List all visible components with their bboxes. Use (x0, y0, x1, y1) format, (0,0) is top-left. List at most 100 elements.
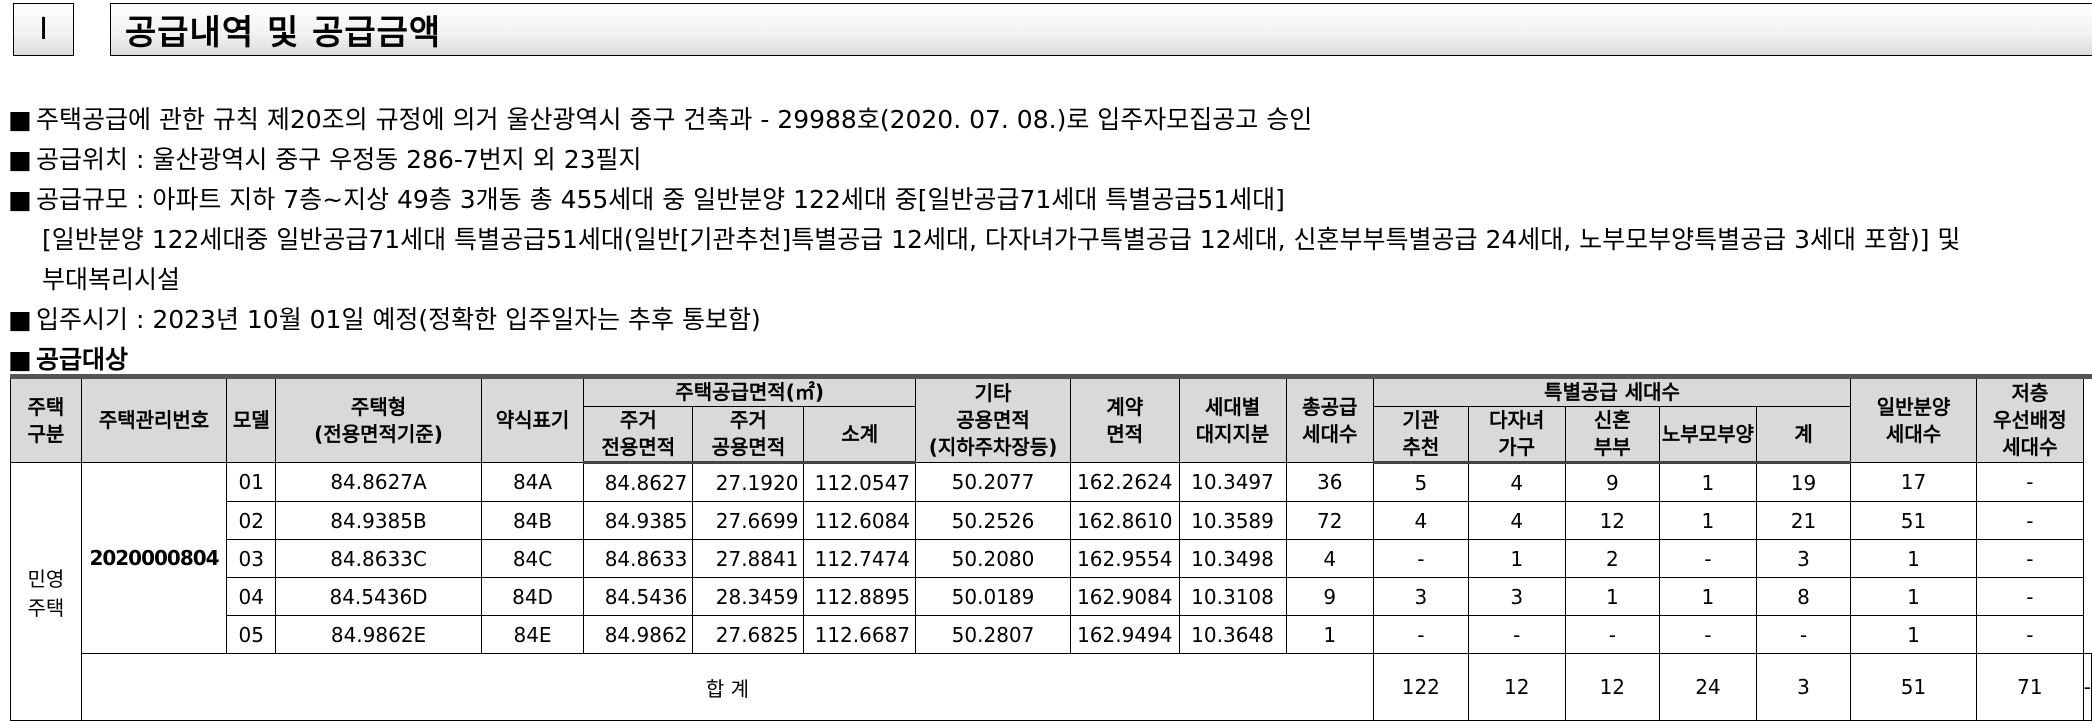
cell: 1 (1658, 462, 1757, 502)
cell: 50.2077 (915, 462, 1072, 502)
cell: 162.2624 (1070, 462, 1180, 502)
bullet-square: ■ (8, 105, 32, 134)
cell: 27.6699 (692, 501, 805, 540)
header-contract-area: 계약 면적 (1070, 376, 1180, 463)
table-row: 03 84.8633C 84C 84.8633 27.8841 112.7474… (11, 539, 2092, 578)
header-institution: 기관 추천 (1373, 406, 1469, 464)
section-title-box: 공급내역 및 공급금액 (110, 3, 2092, 56)
header-house-type: 주택형 (전용면적기준) (275, 376, 482, 463)
cell: - (1564, 615, 1660, 654)
cell: 84E (480, 615, 585, 654)
notice-text: 공급규모 : 아파트 지하 7층~지상 49층 3개동 총 455세대 중 일반… (36, 185, 1285, 214)
cell: 162.9494 (1070, 615, 1180, 654)
cell: 112.6084 (803, 501, 917, 540)
bullet-square: ■ (8, 185, 32, 214)
cell: 72 (1285, 501, 1375, 540)
total-cell: 12 (1564, 653, 1660, 721)
cell: 03 (226, 539, 277, 578)
cell: 162.9554 (1070, 539, 1180, 578)
header-newlywed: 신혼 부부 (1564, 406, 1660, 464)
cell: 1 (1285, 615, 1375, 654)
cell: 27.8841 (692, 539, 805, 578)
header-common-area: 주거 공용면적 (692, 406, 805, 464)
total-cell: 3 (1755, 653, 1852, 721)
cell: 3 (1755, 539, 1852, 578)
notice-scale-detail-2: 부대복리시설 (42, 265, 181, 294)
header-model: 모델 (226, 376, 277, 463)
notice-text: 주택공급에 관한 규칙 제20조의 규정에 의거 울산광역시 중구 건축과 - … (36, 105, 1313, 134)
notice-scale-detail: [일반분양 122세대중 일반공급71세대 특별공급51세대(일반[기관추천]특… (42, 225, 1961, 254)
cell: 84B (480, 501, 585, 540)
cell: 162.9084 (1070, 577, 1180, 616)
notice-approval: ■ 주택공급에 관한 규칙 제20조의 규정에 의거 울산광역시 중구 건축과 -… (8, 100, 2088, 140)
cell: 05 (226, 615, 277, 654)
notice-move-in: ■ 입주시기 : 2023년 10월 01일 예정(정확한 입주일자는 추후 통보… (8, 300, 2088, 340)
table-row: 민영 주택 2020000804 01 84.8627A 84A 84.8627… (10, 462, 2092, 721)
bullet-square: ■ (8, 305, 32, 334)
cell: 1 (1850, 539, 1977, 578)
notice-scale: ■ 공급규모 : 아파트 지하 7층~지상 49층 3개동 총 455세대 중 일… (8, 180, 2088, 220)
header-special-sum: 계 (1755, 406, 1852, 464)
notice-text: 공급위치 : 울산광역시 중구 우정동 286-7번지 외 23필지 (36, 145, 642, 174)
cell: - (1373, 615, 1469, 654)
cell: 112.7474 (803, 539, 917, 578)
total-cell: - (2082, 653, 2092, 721)
header-general: 일반분양 세대수 (1850, 376, 1977, 463)
cell: 4 (1285, 539, 1375, 578)
supply-table: 주택 구분 주택관리번호 모델 주택형 (전용면적기준) 약식표기 주택공급면적… (10, 374, 2092, 721)
notice-list: ■ 주택공급에 관한 규칙 제20조의 규정에 의거 울산광역시 중구 건축과 -… (8, 100, 2088, 380)
cell: 1 (1850, 577, 1977, 616)
cell: 4 (1373, 501, 1469, 540)
header-subtotal: 소계 (803, 406, 917, 464)
cell: 112.0547 (803, 462, 917, 502)
cell: 84.8627 (583, 462, 694, 502)
cell: 84.9385 (583, 501, 694, 540)
table-header: 주택 구분 주택관리번호 모델 주택형 (전용면적기준) 약식표기 주택공급면적… (10, 376, 2092, 464)
cell: 84.8633C (275, 539, 482, 578)
cell: 84.9385B (275, 501, 482, 540)
table-body: 민영 주택 2020000804 01 84.8627A 84A 84.8627… (10, 462, 2092, 721)
cell: 1 (1658, 501, 1757, 540)
total-cell: 24 (1658, 653, 1757, 721)
cell: - (1975, 539, 2084, 578)
cell: - (1658, 539, 1757, 578)
cell: 12 (1564, 501, 1660, 540)
total-cell: 51 (1850, 653, 1977, 721)
cell: 01 (226, 462, 277, 502)
cell: 10.3497 (1178, 462, 1287, 502)
cell: 84.8627A (275, 462, 482, 502)
cell: 84C (480, 539, 585, 578)
cell: 84.9862 (583, 615, 694, 654)
table-row: 05 84.9862E 84E 84.9862 27.6825 112.6687… (11, 615, 2092, 654)
cell: 27.1920 (692, 462, 805, 502)
total-cell: 12 (1467, 653, 1566, 721)
cell: - (1373, 539, 1469, 578)
header-housing-type: 주택 구분 (10, 376, 82, 463)
cell: 84D (480, 577, 585, 616)
cell: 84.5436D (275, 577, 482, 616)
cell: 10.3108 (1178, 577, 1287, 616)
cell: 9 (1285, 577, 1375, 616)
table-row: 04 84.5436D 84D 84.5436 28.3459 112.8895… (11, 577, 2092, 616)
cell: 112.8895 (803, 577, 917, 616)
section-title: 공급내역 및 공급금액 (125, 13, 442, 53)
cell: 5 (1373, 462, 1469, 502)
cell: 4 (1467, 501, 1566, 540)
cell: 9 (1564, 462, 1660, 502)
cell: 84.5436 (583, 577, 694, 616)
cell: - (1975, 577, 2084, 616)
cell: 02 (226, 501, 277, 540)
notice-text: 입주시기 : 2023년 10월 01일 예정(정확한 입주일자는 추후 통보함… (36, 305, 761, 334)
cell: 1 (1850, 615, 1977, 654)
cell: 50.2080 (915, 539, 1072, 578)
cell: 3 (1467, 577, 1566, 616)
cell: 8 (1755, 577, 1852, 616)
header-land-share: 세대별 대지지분 (1178, 376, 1287, 463)
cell: 1 (1564, 577, 1660, 616)
total-cell: 71 (1975, 653, 2084, 721)
cell: - (1975, 462, 2084, 502)
section-number: I (39, 12, 48, 47)
header-parents: 노부모부양 (1658, 406, 1757, 464)
cell: 36 (1285, 462, 1375, 502)
cell: 2 (1564, 539, 1660, 578)
